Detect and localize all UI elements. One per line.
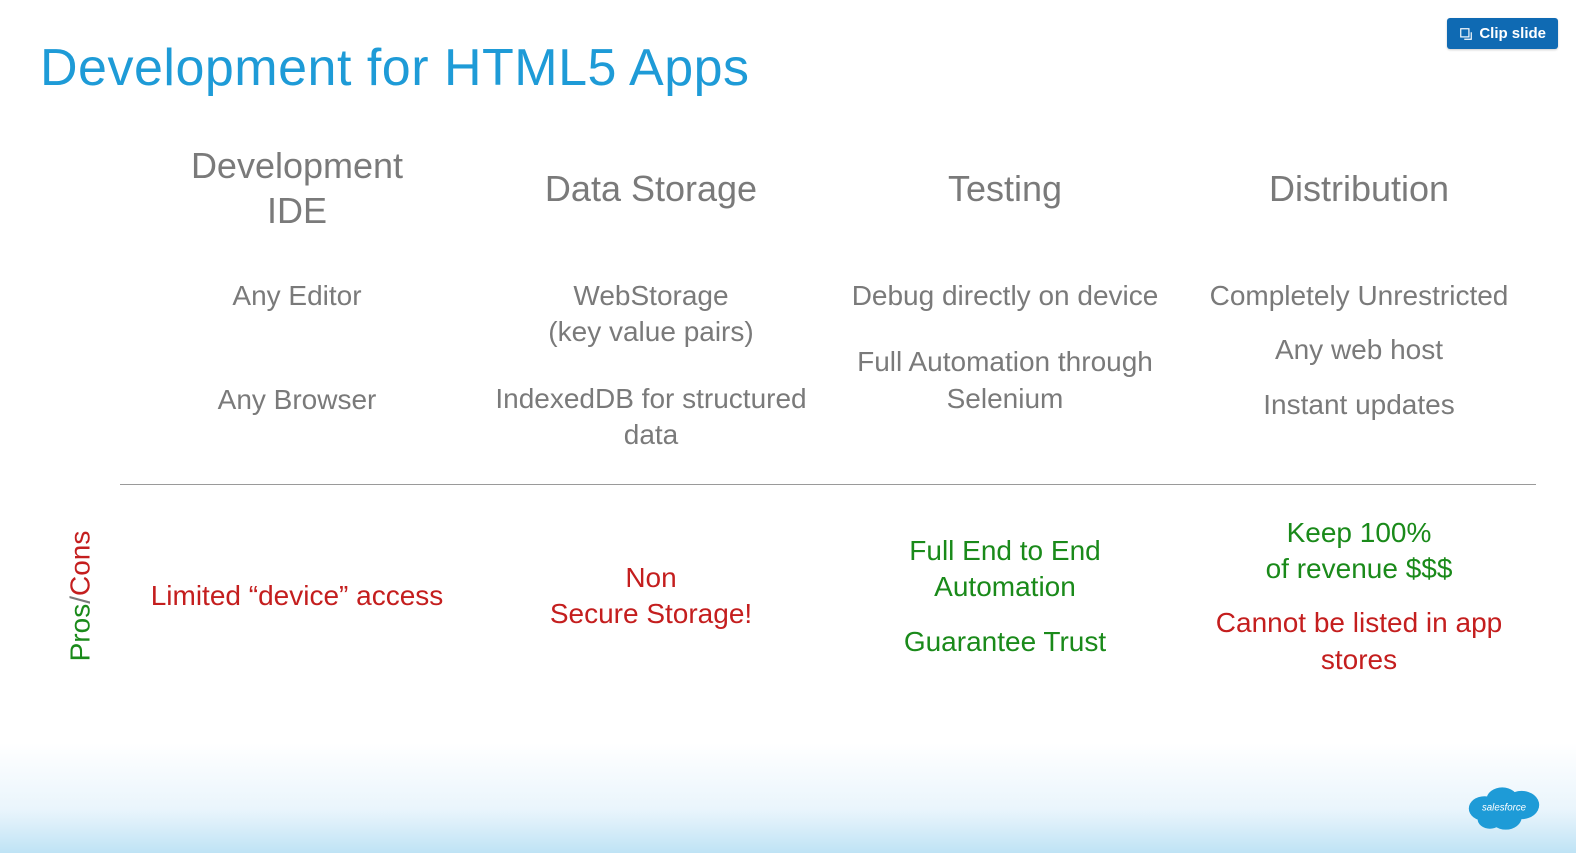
- feature-item: Full Automation through Selenium: [838, 344, 1172, 417]
- footer-gradient: [0, 743, 1576, 853]
- cons-label: Cons: [64, 531, 95, 596]
- feature-item: Instant updates: [1192, 387, 1526, 423]
- clip-icon: [1459, 27, 1473, 41]
- col-data-storage-proscons: Non Secure Storage!: [474, 515, 828, 679]
- feature-item: Any web host: [1192, 332, 1526, 368]
- feature-item: WebStorage (key value pairs): [484, 278, 818, 351]
- row-label-spacer: [40, 238, 120, 454]
- con-item: Cannot be listed in app stores: [1192, 605, 1526, 678]
- divider: [120, 484, 1536, 485]
- col-dev-ide-proscons: Limited “device” access: [120, 515, 474, 679]
- col-header: Development IDE: [130, 138, 464, 238]
- col-distribution: Distribution: [1182, 138, 1536, 238]
- feature-item: Any Editor: [130, 278, 464, 314]
- salesforce-logo-text: salesforce: [1482, 802, 1527, 813]
- col-dev-ide: Development IDE: [120, 138, 474, 238]
- proscons-row: Pros/Cons Limited “device” access Non Se…: [40, 515, 1536, 679]
- col-distribution-features: Completely Unrestricted Any web host Ins…: [1182, 238, 1536, 454]
- col-distribution-proscons: Keep 100% of revenue $$$ Cannot be liste…: [1182, 515, 1536, 679]
- col-testing: Testing: [828, 138, 1182, 238]
- feature-cols: Any Editor Any Browser WebStorage (key v…: [120, 238, 1536, 454]
- feature-item: Completely Unrestricted: [1192, 278, 1526, 314]
- slash-label: /: [64, 596, 95, 604]
- features-row: Any Editor Any Browser WebStorage (key v…: [40, 238, 1536, 454]
- col-testing-proscons: Full End to End Automation Guarantee Tru…: [828, 515, 1182, 679]
- salesforce-logo: salesforce: [1460, 775, 1548, 835]
- col-header: Data Storage: [484, 138, 818, 238]
- slide-title: Development for HTML5 Apps: [40, 38, 1536, 98]
- header-cols: Development IDE Data Storage Testing Dis…: [120, 138, 1536, 238]
- col-testing-features: Debug directly on device Full Automation…: [828, 238, 1182, 454]
- feature-item: IndexedDB for structured data: [484, 381, 818, 454]
- col-data-storage: Data Storage: [474, 138, 828, 238]
- col-header: Testing: [838, 138, 1172, 238]
- feature-item: Debug directly on device: [838, 278, 1172, 314]
- pro-item: Guarantee Trust: [838, 624, 1172, 660]
- con-item: Non Secure Storage!: [484, 560, 818, 633]
- con-item: Limited “device” access: [130, 578, 464, 614]
- proscons-cols: Limited “device” access Non Secure Stora…: [120, 515, 1536, 679]
- feature-item: Any Browser: [130, 382, 464, 418]
- clip-slide-label: Clip slide: [1479, 25, 1546, 42]
- row-label-spacer: [40, 138, 120, 238]
- clip-slide-button[interactable]: Clip slide: [1447, 18, 1558, 49]
- slide: Development for HTML5 Apps Development I…: [0, 0, 1576, 853]
- col-data-storage-features: WebStorage (key value pairs) IndexedDB f…: [474, 238, 828, 454]
- pro-item: Full End to End Automation: [838, 533, 1172, 606]
- pros-label: Pros: [64, 604, 95, 662]
- pro-item: Keep 100% of revenue $$$: [1192, 515, 1526, 588]
- proscons-vertical-label: Pros/Cons: [40, 515, 120, 679]
- col-header: Distribution: [1192, 138, 1526, 238]
- col-dev-ide-features: Any Editor Any Browser: [120, 238, 474, 454]
- columns-header-row: Development IDE Data Storage Testing Dis…: [40, 138, 1536, 238]
